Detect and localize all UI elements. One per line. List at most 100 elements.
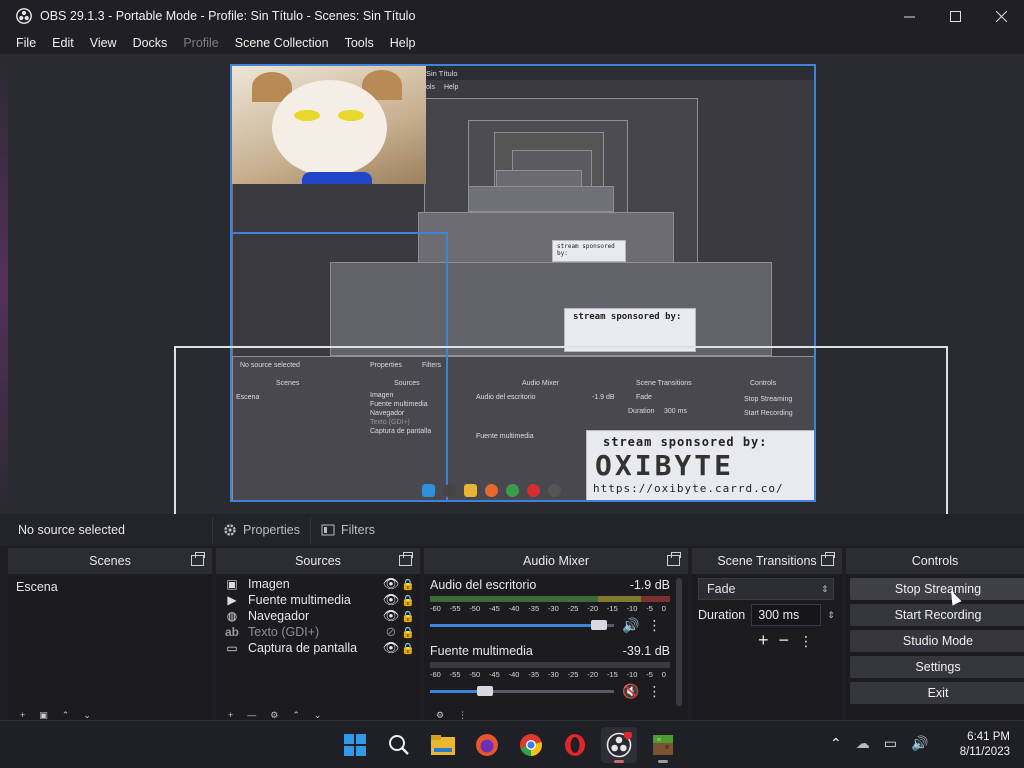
sources-dock: Sources ▣ Imagen 👁 🔒 ▶ Fuente multimedia… bbox=[216, 548, 420, 720]
dock-float-icon[interactable] bbox=[191, 552, 205, 566]
menu-scene-collection[interactable]: Scene Collection bbox=[227, 32, 337, 54]
volume-knob[interactable] bbox=[477, 686, 494, 696]
add-source-button[interactable]: + bbox=[228, 710, 233, 720]
meter-tick-label: -20 bbox=[587, 604, 599, 613]
eye-icon[interactable]: 👁 bbox=[382, 640, 400, 656]
dock-float-icon[interactable] bbox=[821, 552, 835, 566]
dock-float-icon[interactable] bbox=[667, 552, 681, 566]
volume-icon[interactable]: 🔊 bbox=[911, 735, 928, 752]
minimize-button[interactable] bbox=[886, 0, 932, 32]
filters-button[interactable]: Filters bbox=[309, 517, 385, 543]
start-button[interactable] bbox=[337, 727, 373, 763]
network-icon[interactable]: ▭ bbox=[884, 735, 897, 752]
selected-source-bounds[interactable] bbox=[174, 346, 948, 514]
menu-help[interactable]: Help bbox=[382, 32, 424, 54]
level-meter bbox=[430, 662, 670, 668]
chevron-up-icon[interactable]: ⌃ bbox=[830, 735, 842, 752]
controls-dock: Controls Stop Streaming Start Recording … bbox=[846, 548, 1024, 720]
volume-slider[interactable] bbox=[430, 620, 614, 630]
channel-name: Fuente multimedia bbox=[430, 644, 533, 658]
source-gear-icon[interactable]: ⚙ bbox=[270, 710, 278, 720]
cat-face bbox=[272, 80, 387, 176]
obs-logo-icon bbox=[16, 8, 32, 24]
eye-icon[interactable]: 👁 bbox=[382, 608, 400, 624]
source-item[interactable]: ◍ Navegador 👁 🔒 bbox=[220, 608, 416, 624]
cloud-offline-icon[interactable]: ☁ bbox=[856, 735, 870, 752]
obs-taskbar-button[interactable] bbox=[601, 727, 637, 763]
studio-mode-button[interactable]: Studio Mode bbox=[850, 630, 1024, 652]
speaker-icon[interactable]: 🔊 bbox=[622, 617, 639, 634]
eye-icon[interactable]: 👁 bbox=[382, 576, 400, 592]
title-bar: OBS 29.1.3 - Portable Mode - Profile: Si… bbox=[0, 0, 1024, 32]
maximize-button[interactable] bbox=[932, 0, 978, 32]
search-button[interactable] bbox=[381, 727, 417, 763]
move-down-icon[interactable]: ⌄ bbox=[83, 710, 91, 720]
source-item[interactable]: ▣ Imagen 👁 🔒 bbox=[220, 576, 416, 592]
dock-float-icon[interactable] bbox=[399, 552, 413, 566]
add-transition-button[interactable]: + bbox=[758, 630, 769, 651]
scene-item[interactable]: Escena bbox=[12, 578, 208, 596]
eye-slash-icon[interactable]: ⊘ bbox=[382, 624, 400, 640]
transition-select[interactable]: Fade ⇕ bbox=[698, 578, 834, 600]
menu-edit[interactable]: Edit bbox=[44, 32, 82, 54]
meter-tick-label: -15 bbox=[606, 604, 618, 613]
mixer-gear-icon[interactable]: ⚙ bbox=[436, 710, 444, 720]
menu-tools[interactable]: Tools bbox=[337, 32, 382, 54]
menu-docks[interactable]: Docks bbox=[125, 32, 176, 54]
transition-menu-icon[interactable]: ⋮ bbox=[799, 630, 813, 651]
volume-knob[interactable] bbox=[591, 620, 608, 630]
mixer-channel: Fuente multimedia -39.1 dB -60 -55 -50 -45-… bbox=[430, 644, 670, 700]
mixer-scrollbar[interactable] bbox=[676, 578, 682, 706]
mixer-header: Audio Mixer bbox=[424, 548, 688, 574]
add-scene-button[interactable]: + bbox=[20, 710, 25, 720]
folder-icon bbox=[431, 735, 455, 755]
duration-stepper-icon[interactable]: ⇕ bbox=[827, 610, 835, 621]
lock-icon[interactable]: 🔒 bbox=[400, 610, 416, 623]
filter-scene-button[interactable]: ▣ bbox=[39, 710, 48, 720]
stop-streaming-button[interactable]: Stop Streaming bbox=[850, 578, 1024, 600]
lock-icon[interactable]: 🔒 bbox=[400, 626, 416, 639]
channel-menu-icon[interactable]: ⋮ bbox=[647, 683, 661, 700]
source-item[interactable]: ▭ Captura de pantalla 👁 🔒 bbox=[220, 640, 416, 656]
properties-button[interactable]: Properties bbox=[212, 517, 310, 543]
start-recording-button[interactable]: Start Recording bbox=[850, 604, 1024, 626]
lock-icon[interactable]: 🔒 bbox=[400, 642, 416, 655]
source-item[interactable]: ab Texto (GDI+) ⊘ 🔒 bbox=[220, 624, 416, 640]
mixer-menu-icon[interactable]: ⋮ bbox=[458, 710, 467, 720]
file-explorer-button[interactable] bbox=[425, 727, 461, 763]
chrome-button[interactable] bbox=[513, 727, 549, 763]
lock-icon[interactable]: 🔒 bbox=[400, 578, 416, 591]
volume-slider[interactable] bbox=[430, 686, 614, 696]
eye-icon[interactable]: 👁 bbox=[382, 592, 400, 608]
running-indicator bbox=[614, 760, 624, 763]
close-button[interactable] bbox=[978, 0, 1024, 32]
meter-tick-label: -55 bbox=[449, 670, 461, 679]
lock-icon[interactable]: 🔒 bbox=[400, 594, 416, 607]
running-indicator bbox=[658, 760, 668, 763]
sponsor-small-text: stream sponsored by: bbox=[557, 243, 615, 257]
source-item[interactable]: ▶ Fuente multimedia 👁 🔒 bbox=[220, 592, 416, 608]
meter-tick-label: -5 bbox=[646, 670, 653, 679]
webcam-source[interactable] bbox=[232, 66, 426, 184]
meter-ticks: -60 -55 -50 -45 -40 -35 -30 -25 -20 -15 -10 -5 0 bbox=[430, 670, 670, 679]
exit-button[interactable]: Exit bbox=[850, 682, 1024, 704]
meter-tick-label: -30 bbox=[547, 604, 559, 613]
mixer-toolbar: ⚙ ⋮ bbox=[424, 710, 688, 720]
system-clock[interactable]: 6:41 PM 8/11/2023 bbox=[960, 730, 1010, 760]
preview-area[interactable]: Sin Título ols Help No source selected P… bbox=[0, 54, 1024, 514]
remove-source-button[interactable]: — bbox=[247, 710, 256, 720]
duration-input[interactable]: 300 ms bbox=[751, 604, 822, 626]
menu-file[interactable]: File bbox=[8, 32, 44, 54]
firefox-button[interactable] bbox=[469, 727, 505, 763]
muted-speaker-icon[interactable]: 🔇 bbox=[622, 683, 639, 700]
settings-button[interactable]: Settings bbox=[850, 656, 1024, 678]
opera-button[interactable] bbox=[557, 727, 593, 763]
move-down-icon[interactable]: ⌄ bbox=[314, 710, 322, 720]
remove-transition-button[interactable]: − bbox=[779, 630, 790, 651]
menu-view[interactable]: View bbox=[82, 32, 125, 54]
move-up-icon[interactable]: ⌃ bbox=[292, 710, 300, 720]
meter-tick-label: -35 bbox=[528, 604, 540, 613]
move-up-icon[interactable]: ⌃ bbox=[62, 710, 70, 720]
minecraft-button[interactable] bbox=[645, 727, 681, 763]
channel-menu-icon[interactable]: ⋮ bbox=[647, 617, 661, 634]
